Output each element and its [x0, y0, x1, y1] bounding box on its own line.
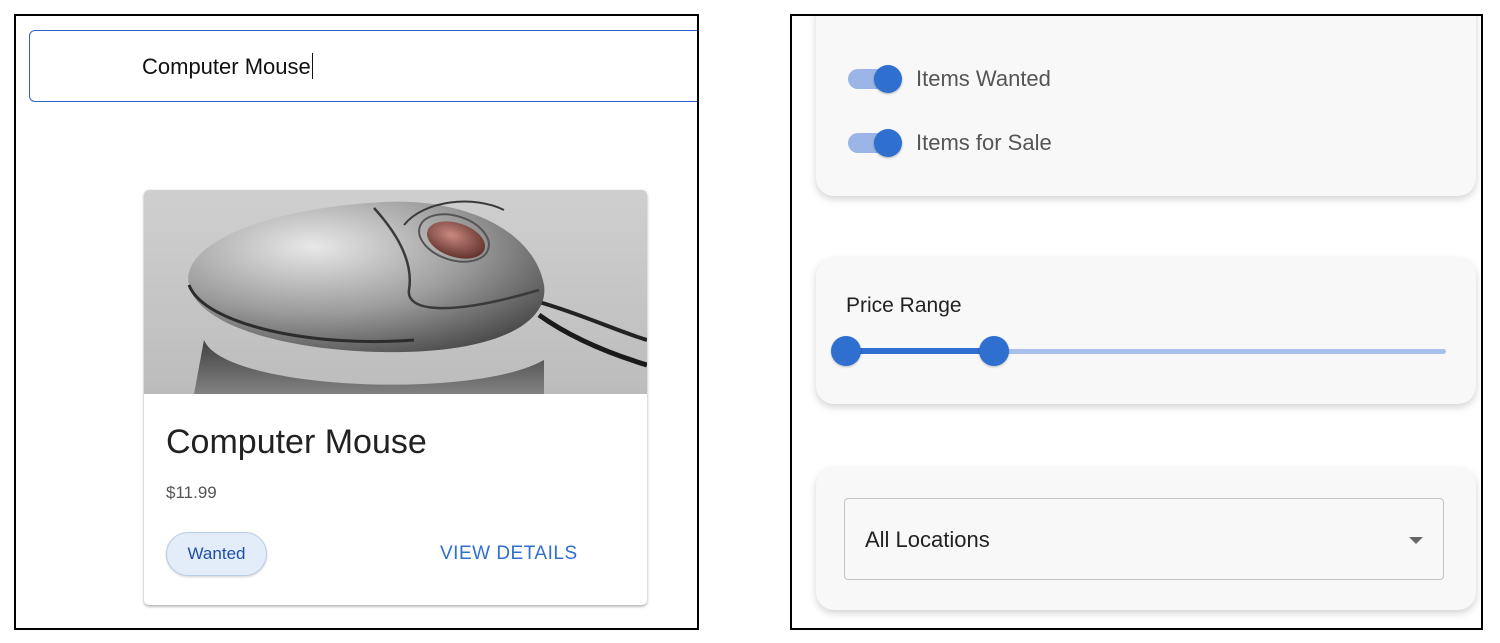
- items-wanted-label: Items Wanted: [916, 66, 1051, 91]
- computer-mouse-icon: [187, 200, 647, 394]
- product-title: Computer Mouse: [166, 423, 427, 461]
- product-card[interactable]: Computer Mouse $11.99 Wanted VIEW DETAIL…: [144, 190, 647, 605]
- price-slider-track: [846, 348, 994, 354]
- wanted-badge: Wanted: [166, 532, 267, 576]
- listing-panel: Computer Mouse Computer Mouse $11.99 Wan…: [14, 14, 699, 630]
- location-select-value: All Locations: [865, 527, 990, 552]
- toggle-thumb[interactable]: [874, 129, 902, 157]
- product-price: $11.99: [166, 483, 217, 502]
- listing-type-filter-card: Items Wanted Items for Sale: [816, 16, 1476, 196]
- search-input-value: Computer Mouse: [142, 53, 314, 80]
- text-caret: [311, 53, 314, 79]
- price-max-thumb[interactable]: [979, 336, 1009, 366]
- location-select[interactable]: All Locations: [844, 498, 1444, 580]
- items-for-sale-label: Items for Sale: [916, 130, 1052, 155]
- toggle-thumb[interactable]: [874, 65, 902, 93]
- product-image: [144, 190, 647, 394]
- location-filter-card: All Locations: [816, 468, 1476, 610]
- price-range-card: Price Range: [816, 258, 1476, 404]
- search-input[interactable]: Computer Mouse: [29, 30, 697, 102]
- filters-panel: Items Wanted Items for Sale Price Range …: [790, 14, 1483, 630]
- price-min-thumb[interactable]: [831, 336, 861, 366]
- view-details-button[interactable]: VIEW DETAILS: [440, 543, 578, 565]
- price-range-label: Price Range: [846, 294, 962, 317]
- dropdown-arrow-icon[interactable]: [1409, 537, 1423, 544]
